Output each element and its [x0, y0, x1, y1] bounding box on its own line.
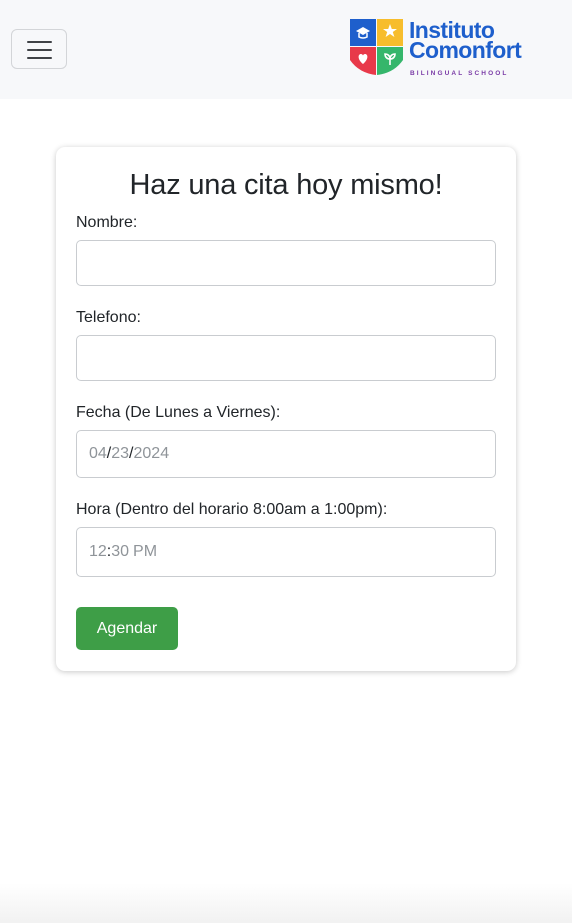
fecha-day[interactable]: 23: [111, 445, 129, 463]
fecha-month[interactable]: 04: [89, 445, 107, 463]
fecha-date-input[interactable]: 04/23/2024: [76, 430, 496, 478]
navbar: Instituto Comonfort BILINGUAL SCHOOL: [0, 0, 572, 99]
hora-time-input[interactable]: 12:30 PM: [76, 527, 496, 577]
nombre-input[interactable]: [76, 240, 496, 286]
hora-period[interactable]: PM: [133, 543, 157, 561]
hamburger-icon: [27, 41, 52, 43]
hora-label: Hora (Dentro del horario 8:00am a 1:00pm…: [76, 501, 388, 518]
logo-subtitle: BILINGUAL SCHOOL: [410, 70, 509, 77]
agendar-button[interactable]: Agendar: [76, 607, 178, 650]
fecha-label: Fecha (De Lunes a Viernes):: [76, 404, 281, 421]
telefono-label: Telefono:: [76, 309, 141, 326]
hamburger-icon-bar: [27, 49, 52, 51]
hora-minute[interactable]: 30: [111, 543, 129, 561]
hora-hour[interactable]: 12: [89, 543, 107, 561]
navbar-toggle-button[interactable]: [11, 29, 67, 69]
hamburger-icon-bar: [27, 57, 52, 59]
fecha-year[interactable]: 2024: [134, 445, 170, 463]
form-title: Haz una cita hoy mismo!: [129, 169, 443, 201]
bottom-edge-shadow: [0, 883, 572, 923]
nombre-label: Nombre:: [76, 214, 138, 231]
school-shield-icon: [350, 19, 403, 75]
school-logo[interactable]: Instituto Comonfort BILINGUAL SCHOOL: [349, 18, 541, 78]
appointment-form-card: Haz una cita hoy mismo! Nombre: Telefono…: [56, 147, 516, 671]
logo-wordmark: Instituto Comonfort: [409, 19, 522, 63]
logo-line2: Comonfort: [409, 37, 522, 63]
telefono-input[interactable]: [76, 335, 496, 381]
